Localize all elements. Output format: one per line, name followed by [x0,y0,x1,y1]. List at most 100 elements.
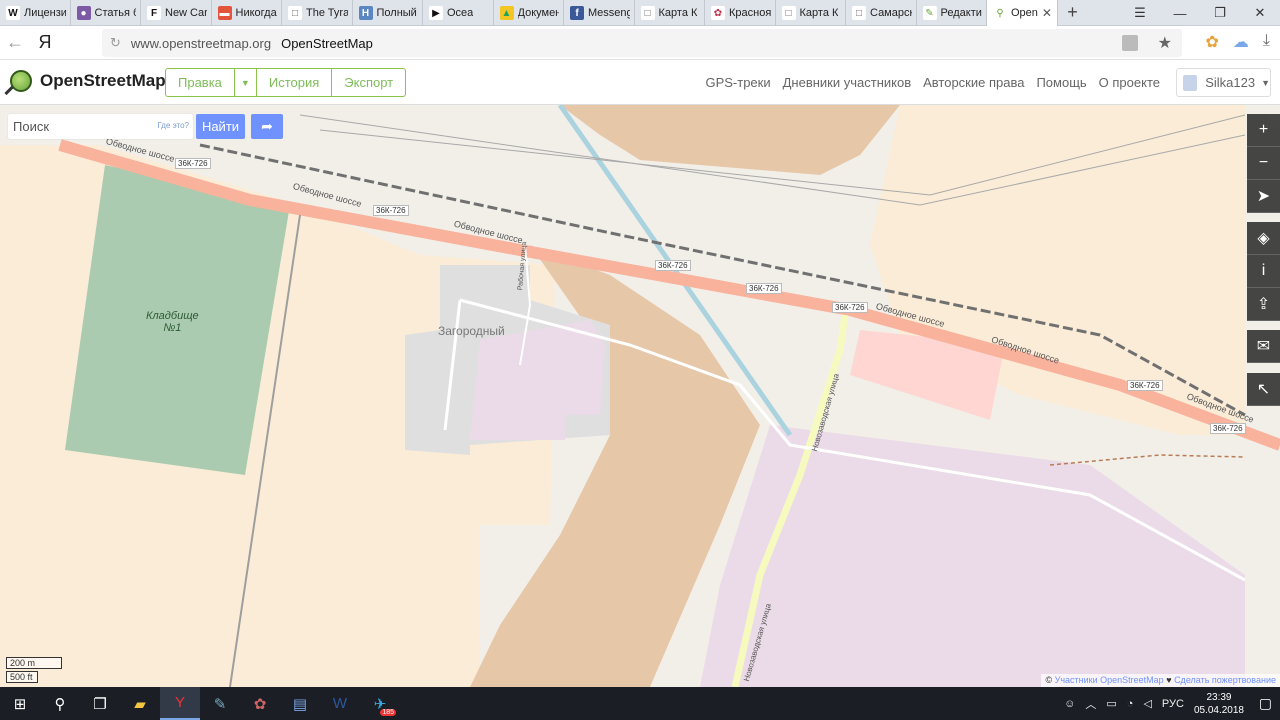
back-icon[interactable]: ← [0,28,30,58]
layer-controls: ◈ i ⇪ [1247,222,1280,321]
edit-button[interactable]: Правка [166,69,235,96]
tab-label: Карта К [799,7,839,19]
tab-label: Карта К [658,7,698,19]
tab-label: Никогда [235,7,277,19]
clock-date: 05.04.2018 [1193,704,1244,716]
lock-icon[interactable] [1122,35,1138,51]
history-button[interactable]: История [257,69,333,96]
paint-icon[interactable]: ✿ [240,687,280,720]
new-tab-icon[interactable]: + [1058,0,1088,25]
browser-tab[interactable]: □ Карта К [776,0,846,26]
tab-label: Редактир [940,7,983,19]
tab-favicon-icon: ▬ [217,6,232,20]
zoom-in-icon[interactable]: + [1247,114,1280,147]
tab-label: Докумен [517,7,560,19]
info-icon[interactable]: i [1247,255,1280,288]
user-menu-button[interactable]: Silka123 ▼ [1176,68,1271,97]
directions-icon[interactable]: ➦ [251,114,283,139]
yandex-browser-icon[interactable]: Y [160,687,200,720]
browser-tab[interactable]: Н Полный [353,0,423,26]
donate-link[interactable]: Сделать пожертвование [1174,675,1276,685]
osm-magnifier-icon [10,70,32,92]
reload-icon[interactable]: ↻ [110,35,121,51]
tab-label: Open [1011,7,1038,19]
close-tab-icon[interactable]: ✕ [1042,6,1052,20]
browser-tab[interactable]: ▶ Ocea [423,0,494,26]
nav-about[interactable]: О проекте [1099,75,1160,90]
tab-favicon-icon: ▶ [429,6,443,20]
clock[interactable]: 23:39 05.04.2018 [1194,691,1244,717]
browser-tab[interactable]: W Лицензи [0,0,71,26]
map-tiles[interactable] [0,105,1280,687]
browser-tab[interactable]: □ Самарск [846,0,917,26]
export-button[interactable]: Экспорт [332,69,405,96]
place-label: Загородный [438,324,505,338]
map-canvas[interactable]: Обводное шоссе 36К-726 Обводное шоссе 36… [0,105,1280,687]
contributors-link[interactable]: Участники OpenStreetMap [1055,675,1164,685]
query-features-icon[interactable]: ↖ [1247,373,1280,406]
copyright-symbol: © [1045,675,1053,685]
locate-icon[interactable]: ➤ [1247,180,1280,213]
language-indicator[interactable]: РУС [1162,698,1184,710]
add-note-icon[interactable]: ✉ [1247,330,1280,363]
bookmark-star-icon[interactable]: ★ [1158,33,1172,53]
windows-start-icon[interactable]: ⊞ [0,687,40,720]
extension-icon[interactable]: ✿ [1206,32,1219,52]
browser-tab[interactable]: F New Car [141,0,212,26]
share-icon[interactable]: ⇪ [1247,288,1280,321]
tray-chevron-icon[interactable]: ︿ [1085,696,1096,712]
tab-favicon-icon: ▲ [499,6,514,20]
osm-header: OpenStreetMap Правка ▼ История Экспорт G… [0,60,1280,105]
browser-tab[interactable]: ✎Редактир [917,0,987,26]
route-shield: 36К-726 [832,302,868,313]
browser-tab[interactable]: f Messeng [564,0,635,26]
browser-tab[interactable]: □ The Tyra [282,0,353,26]
volume-icon[interactable]: ◁ [1143,697,1151,710]
tab-favicon-icon: W [6,6,20,20]
telegram-icon[interactable]: ✈ 185 [360,687,400,720]
menu-icon[interactable]: ☰ [1120,0,1160,26]
browser-tab[interactable]: ▬ Никогда [212,0,282,26]
browser-tab[interactable]: ▲ Докумен [494,0,564,26]
find-button[interactable]: Найти [196,114,245,139]
tab-label: Messeng [588,7,630,19]
search-input[interactable]: Поиск Где это? [8,114,193,139]
browser-tab[interactable]: ✿ Красноя [705,0,776,26]
zoom-out-icon[interactable]: − [1247,147,1280,180]
restore-icon[interactable]: ❐ [1200,0,1240,26]
tab-favicon-icon: ✎ [922,6,937,20]
url-field[interactable]: ↻ www.openstreetmap.org OpenStreetMap ★ [102,29,1182,57]
nav-help[interactable]: Помощь [1036,75,1086,90]
task-view-icon[interactable]: ❐ [80,687,120,720]
query-controls: ↖ [1247,373,1280,406]
layers-icon[interactable]: ◈ [1247,222,1280,255]
nav-diaries[interactable]: Дневники участников [783,75,912,90]
search-icon[interactable]: ⚲ [40,687,80,720]
nav-gps-traces[interactable]: GPS-треки [705,75,770,90]
cloud-icon[interactable]: ☁ [1233,32,1249,52]
close-window-icon[interactable]: ✕ [1240,0,1280,26]
browser-tab[interactable]: ● Статья б [71,0,141,26]
people-icon[interactable]: ☺ [1064,698,1075,710]
browser-tab[interactable]: □ Карта К [635,0,705,26]
where-is-this-link[interactable]: Где это? [157,121,189,130]
note-controls: ✉ [1247,330,1280,363]
osm-logo[interactable]: OpenStreetMap [10,70,166,92]
edit-dropdown-icon[interactable]: ▼ [235,69,257,96]
file-explorer-icon[interactable]: ▰ [120,687,160,720]
notifications-icon[interactable]: ▢ [1259,695,1272,712]
nav-copyright[interactable]: Авторские права [923,75,1024,90]
battery-icon[interactable]: ▭ [1106,697,1116,710]
word-icon[interactable]: W [320,687,360,720]
tab-favicon-icon: □ [781,6,796,20]
yandex-logo[interactable]: Я [30,32,60,53]
notepad-icon[interactable]: ✎ [200,687,240,720]
minimize-icon[interactable]: — [1160,0,1200,26]
document-icon[interactable]: ▤ [280,687,320,720]
telegram-badge: 185 [380,709,396,716]
url-domain: www.openstreetmap.org [130,35,272,51]
download-icon[interactable]: ⤓ [1263,32,1270,52]
network-icon[interactable]: ◔ [1127,698,1134,710]
browser-tab-active[interactable]: ⚲ Open ✕ [987,0,1058,26]
route-shield: 36К-726 [1210,423,1246,434]
